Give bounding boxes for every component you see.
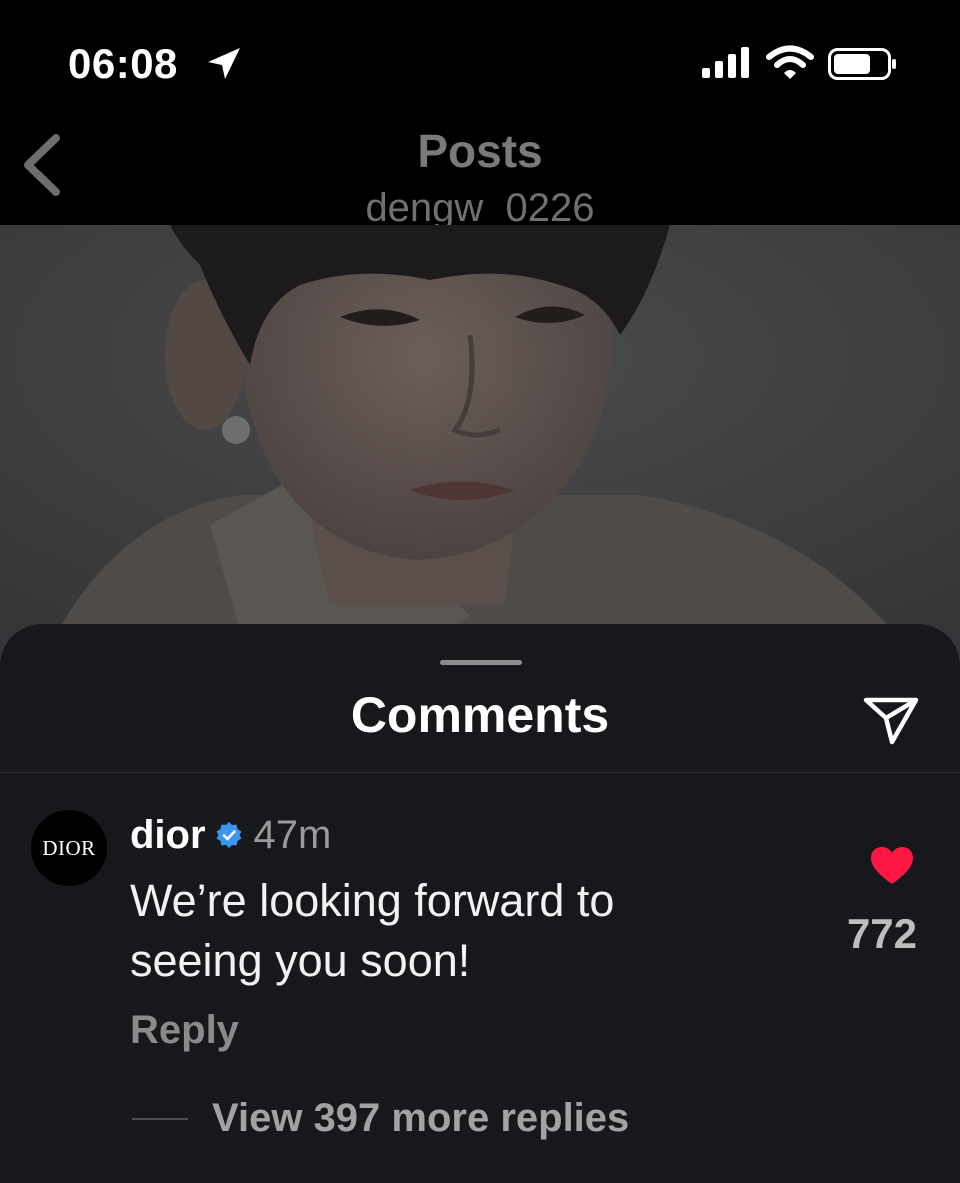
verified-badge-icon	[216, 822, 242, 848]
replies-indent-line	[132, 1117, 188, 1120]
page-subtitle-username[interactable]: dengw_0226	[0, 186, 960, 225]
status-time: 06:08	[68, 40, 178, 87]
comment-timestamp: 47m	[253, 812, 332, 857]
wifi-icon	[766, 45, 814, 79]
cellular-signal-icon	[702, 47, 749, 78]
instagram-post-comments-screen: 06:08 Posts dengw_0226 Comments DIOR dio…	[0, 0, 960, 1183]
comments-title: Comments	[350, 687, 610, 743]
location-arrow-icon	[208, 48, 240, 79]
status-bar: 06:08	[0, 0, 960, 112]
divider	[0, 772, 960, 773]
heart-icon[interactable]	[870, 846, 914, 886]
post-photo	[0, 225, 960, 665]
posts-header: Posts dengw_0226	[0, 112, 960, 225]
comment-username[interactable]: dior	[130, 813, 206, 858]
comment-text: We’re looking forward to seeing you soon…	[130, 875, 615, 986]
comment-header: dior 47m	[130, 810, 331, 860]
page-title: Posts	[417, 125, 543, 177]
view-replies-label: View 397 more replies	[212, 1096, 630, 1140]
battery-icon	[828, 48, 896, 80]
reply-button[interactable]: Reply	[130, 1008, 239, 1053]
avatar[interactable]: DIOR	[31, 810, 107, 886]
drag-handle[interactable]	[440, 660, 522, 665]
like-count: 772	[846, 910, 918, 957]
comments-sheet: Comments DIOR dior 47m We’re looking for…	[0, 624, 960, 1183]
view-more-replies-button[interactable]: View 397 more replies	[132, 1096, 629, 1141]
paper-plane-icon[interactable]	[862, 692, 920, 746]
